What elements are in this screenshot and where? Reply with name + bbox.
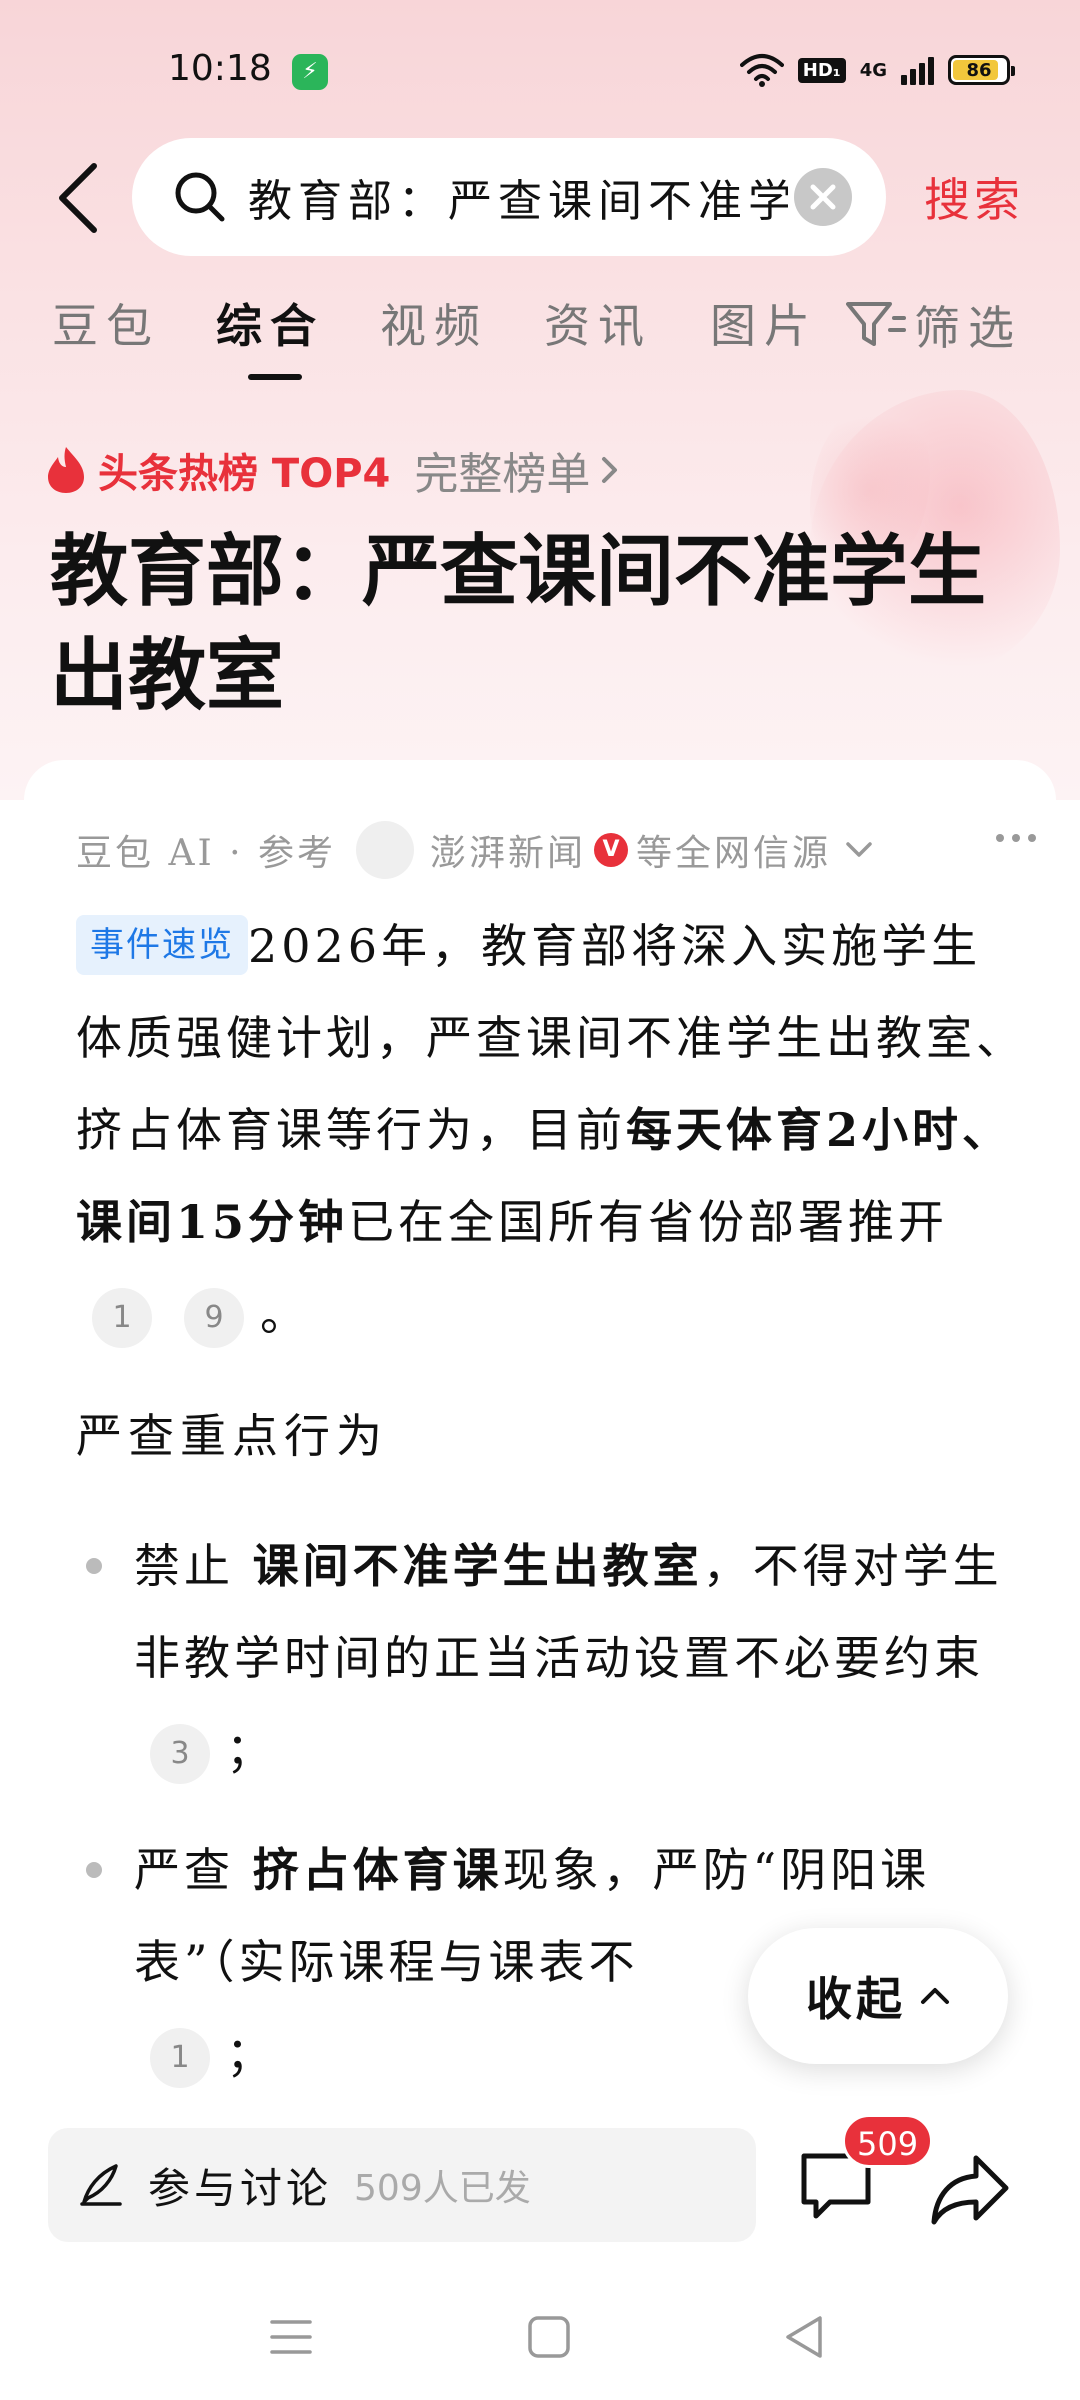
status-time: 10:18 [168, 48, 272, 89]
source-prefix: 豆包 AI · 参考 [76, 833, 336, 874]
tab-filter[interactable]: 筛选 [846, 292, 1022, 358]
search-box[interactable]: 教育部：严查课间不准学生出教室 [132, 138, 886, 256]
citation-badge[interactable]: 1 [150, 2028, 210, 2088]
tab-images[interactable]: 图片 [710, 290, 818, 356]
bullet-end: ； [226, 2027, 276, 2081]
system-nav-bar [0, 2270, 1080, 2400]
more-options-icon[interactable] [996, 834, 1036, 842]
clear-search-button[interactable] [794, 168, 852, 226]
menu-nav-icon[interactable] [266, 2312, 316, 2362]
citation-badge[interactable]: 3 [150, 1724, 210, 1784]
bullet-item: 禁止 课间不准学生出教室，不得对学生非教学时间的正当活动设置不必要约束3； [134, 1520, 1034, 1796]
back-nav-icon[interactable] [780, 2312, 830, 2362]
close-icon [810, 184, 836, 210]
bullet-prefix: 禁止 [134, 1539, 234, 1593]
pen-icon [80, 2164, 122, 2206]
back-arrow-icon [59, 163, 97, 233]
collapse-label: 收起 [806, 1972, 906, 2026]
bullet-prefix: 严查 [134, 1843, 234, 1897]
bottom-action-bar: 参与讨论 509人已发 509 [0, 2100, 1080, 2270]
battery-level: 86 [966, 59, 992, 81]
signal-strength-icon [901, 55, 934, 85]
hot-list-label: 头条热榜 TOP4 [98, 451, 391, 497]
hd-voice-badge: HD₁ [797, 57, 846, 83]
back-button[interactable] [48, 158, 108, 238]
verified-badge-icon: V [594, 833, 629, 867]
discuss-label: 参与讨论 [148, 2163, 333, 2213]
summary-end: 。 [260, 1287, 310, 1341]
discuss-input[interactable]: 参与讨论 509人已发 [48, 2128, 756, 2242]
status-icons: HD₁ 4G 86 [739, 50, 1015, 90]
hot-list-header[interactable]: 头条热榜 TOP4 完整榜单 [44, 440, 620, 500]
section-title: 严查重点行为 [76, 1409, 388, 1463]
summary-tag: 事件速览 [76, 915, 248, 975]
bullet-dot [86, 1558, 102, 1574]
source-avatar [356, 821, 414, 879]
page-title: 教育部：严查课间不准学生出教室 [50, 527, 987, 721]
battery-icon: 86 [948, 55, 1015, 85]
search-icon [175, 172, 225, 222]
citation-badge[interactable]: 1 [92, 1288, 152, 1348]
ai-summary-card: 豆包 AI · 参考 澎湃新闻 V 等全网信源 事件速览 2026年，教育部将深入… [24, 760, 1056, 2120]
share-icon[interactable] [930, 2152, 1010, 2228]
network-type-label: 4G [859, 59, 887, 81]
search-input[interactable]: 教育部：严查课间不准学生出教室 [248, 165, 788, 229]
tab-doubao[interactable]: 豆包 [52, 290, 160, 356]
summary-paragraph: 事件速览 2026年，教育部将深入实施学生体质强健计划，严查课间不准学生出教室、挤… [76, 900, 1026, 1360]
home-nav-icon[interactable] [524, 2312, 574, 2362]
search-button[interactable]: 搜索 [924, 164, 1024, 230]
wifi-icon [739, 54, 784, 87]
tab-general[interactable]: 综合 [216, 290, 324, 356]
chevron-up-icon [921, 1988, 949, 2004]
tab-video[interactable]: 视频 [380, 290, 488, 356]
collapse-button[interactable]: 收起 [748, 1928, 1008, 2064]
bullet-bold: 挤占体育课 [252, 1843, 503, 1897]
bullet-bold: 课间不准学生出教室 [252, 1539, 703, 1593]
source-row[interactable]: 豆包 AI · 参考 澎湃新闻 V 等全网信源 [76, 820, 1036, 880]
chevron-right-icon [602, 457, 618, 483]
bullet-end: ； [226, 1723, 276, 1777]
tab-news[interactable]: 资讯 [544, 290, 652, 356]
summary-text-2: 已在全国所有省份部署推开 [348, 1195, 949, 1249]
tab-filter-label: 筛选 [914, 301, 1022, 355]
notification-app-icon: ⚡ [292, 54, 328, 90]
bullet-dot [86, 1862, 102, 1878]
full-list-link[interactable]: 完整榜单 [414, 438, 590, 502]
status-bar: 10:18 ⚡ HD₁ 4G 86 [0, 0, 1080, 140]
citation-badge[interactable]: 9 [184, 1288, 244, 1348]
comment-count-badge: 509 [842, 2114, 934, 2168]
search-tabs: 豆包 综合 视频 资讯 图片 筛选 [0, 290, 1080, 390]
active-tab-indicator [248, 374, 302, 380]
source-suffix: 等全网信源 [636, 833, 832, 874]
chevron-down-icon [846, 842, 872, 857]
source-name: 澎湃新闻 [430, 833, 587, 874]
filter-icon [846, 302, 906, 346]
discuss-count: 509人已发 [354, 2168, 531, 2209]
flame-icon [48, 447, 84, 493]
